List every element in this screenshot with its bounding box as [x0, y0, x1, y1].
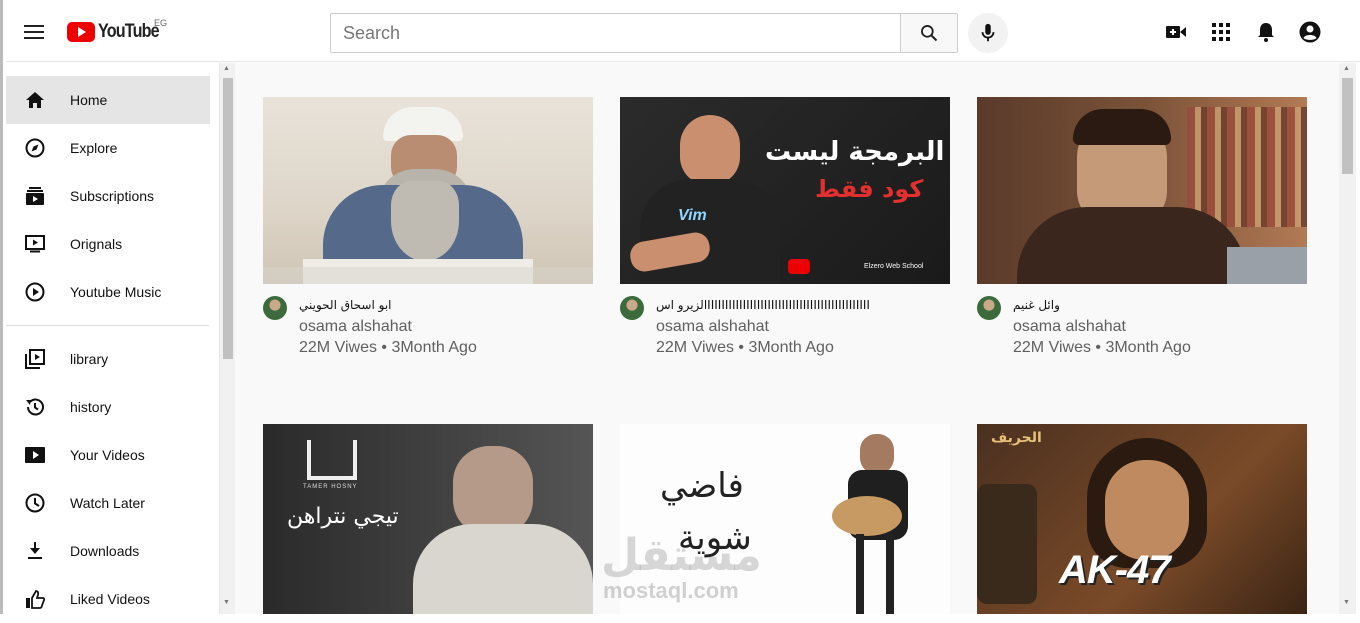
video-thumbnail[interactable] — [263, 97, 593, 284]
channel-name[interactable]: osama alshahat — [299, 318, 579, 336]
video-title[interactable]: الزيرو اسIIIIIIIIIIIIIIIIIIIIIIIIIIIIIII… — [656, 296, 936, 314]
sidebar-item-youtube-music[interactable]: Youtube Music — [6, 268, 219, 316]
sidebar-scroll-thumb[interactable] — [223, 78, 233, 359]
sidebar-item-home[interactable]: Home — [6, 76, 210, 124]
sidebar-item-label: Subscriptions — [70, 188, 155, 204]
download-icon — [23, 539, 47, 563]
search-input[interactable] — [331, 14, 900, 52]
window-edge — [1356, 63, 1360, 614]
compass-icon — [23, 136, 47, 160]
home-icon — [23, 88, 47, 112]
notifications-bell-icon[interactable] — [1254, 20, 1278, 44]
sidebar-item-originals[interactable]: Orignals — [6, 220, 219, 268]
video-card[interactable]: وائل غنيم osama alshahat 22M Viwes • 3Mo… — [977, 97, 1307, 357]
youtube-badge-icon — [788, 259, 810, 274]
channel-avatar[interactable] — [263, 296, 287, 320]
thumbnail-text: الحريف — [991, 430, 1042, 446]
scroll-up-arrow-icon[interactable]: ▲ — [223, 65, 230, 72]
thumbnail-text: فاضي — [660, 466, 744, 506]
sidebar-item-label: Downloads — [70, 543, 140, 559]
microphone-icon — [981, 23, 995, 42]
voice-search-button[interactable] — [968, 13, 1008, 53]
sidebar-item-subscriptions[interactable]: Subscriptions — [6, 172, 219, 220]
channel-name[interactable]: osama alshahat — [656, 318, 936, 336]
main-scrollbar[interactable]: ▲ ▼ — [1339, 63, 1356, 614]
channel-avatar[interactable] — [977, 296, 1001, 320]
clock-icon — [23, 491, 47, 515]
sidebar-item-label: Orignals — [70, 236, 123, 252]
music-icon — [23, 280, 47, 304]
logo-text: YouTube — [98, 21, 160, 42]
video-stats: 22M Viwes • 3Month Ago — [1013, 339, 1191, 356]
video-card[interactable]: البرمجة ليست كود فقط Vim Elzero Web Scho… — [620, 97, 950, 357]
thumbs-up-icon — [23, 587, 47, 611]
sidebar-item-label: Your Videos — [70, 447, 145, 463]
scroll-down-arrow-icon[interactable]: ▼ — [1343, 599, 1350, 606]
play-logo-icon — [67, 22, 95, 42]
account-avatar-icon[interactable] — [1298, 20, 1322, 44]
sidebar-item-your-videos[interactable]: Your Videos — [6, 431, 219, 479]
thumbnail-text: البرمجة ليست — [765, 137, 945, 167]
country-code: EG — [154, 18, 168, 28]
scroll-down-arrow-icon[interactable]: ▼ — [223, 599, 230, 606]
sidebar-scrollbar[interactable]: ▲ ▼ — [220, 63, 235, 614]
main-scroll-thumb[interactable] — [1342, 78, 1353, 174]
watermark-en: mostaql.com — [603, 578, 739, 603]
video-stats: 22M Viwes • 3Month Ago — [299, 339, 477, 356]
sidebar: Home Explore Subscriptions Orignals Yout… — [6, 63, 220, 614]
channel-avatar[interactable] — [620, 296, 644, 320]
sidebar-item-label: Youtube Music — [70, 284, 162, 300]
video-card[interactable]: ابو اسحاق الحويني osama alshahat 22M Viw… — [263, 97, 593, 357]
watermark-ar: مستقل — [601, 530, 762, 581]
library-icon — [23, 347, 47, 371]
sidebar-divider — [6, 325, 209, 326]
video-card[interactable]: الحريف AK-47 — [977, 424, 1307, 614]
sidebar-item-label: Liked Videos — [70, 591, 150, 607]
subscriptions-icon — [23, 184, 47, 208]
apps-grid-icon[interactable] — [1209, 20, 1233, 44]
search-icon — [921, 25, 938, 42]
video-thumbnail[interactable]: TAMER HOSNY تيجي نتراهن — [263, 424, 593, 614]
sidebar-item-explore[interactable]: Explore — [6, 124, 219, 172]
create-video-icon[interactable] — [1164, 20, 1188, 44]
channel-name[interactable]: osama alshahat — [1013, 318, 1293, 336]
sidebar-item-label: library — [70, 351, 109, 367]
video-thumbnail[interactable] — [977, 97, 1307, 284]
sidebar-item-liked-videos[interactable]: Liked Videos — [6, 575, 219, 623]
video-card[interactable]: TAMER HOSNY تيجي نتراهن — [263, 424, 593, 614]
search-box — [330, 13, 958, 53]
thumbnail-text: TAMER HOSNY — [303, 484, 358, 490]
history-icon — [23, 395, 47, 419]
scroll-up-arrow-icon[interactable]: ▲ — [1343, 65, 1350, 72]
thumbnail-text: Elzero Web School — [864, 263, 924, 270]
sidebar-item-watch-later[interactable]: Watch Later — [6, 479, 219, 527]
album-logo-icon — [307, 440, 357, 480]
video-thumbnail[interactable]: الحريف AK-47 — [977, 424, 1307, 614]
sidebar-item-label: history — [70, 399, 112, 415]
thumbnail-text: Vim — [678, 207, 707, 224]
your-videos-icon — [23, 443, 47, 467]
sidebar-item-history[interactable]: history — [6, 383, 219, 431]
browser-frame: YouTube EG Home — [0, 0, 1360, 614]
thumbnail-text: تيجي نتراهن — [287, 504, 399, 529]
search-button[interactable] — [900, 14, 957, 52]
video-title[interactable]: وائل غنيم — [1013, 296, 1293, 314]
video-stats: 22M Viwes • 3Month Ago — [656, 339, 834, 356]
sidebar-item-library[interactable]: library — [6, 335, 219, 383]
sidebar-item-label: Watch Later — [70, 495, 145, 511]
video-title[interactable]: ابو اسحاق الحويني — [299, 296, 579, 314]
thumbnail-text: كود فقط — [815, 175, 924, 203]
thumbnail-text: AK-47 — [1059, 548, 1171, 592]
sidebar-item-label: Explore — [70, 140, 118, 156]
originals-icon — [23, 232, 47, 256]
sidebar-item-label: Home — [70, 92, 108, 108]
video-thumbnail[interactable]: البرمجة ليست كود فقط Vim Elzero Web Scho… — [620, 97, 950, 284]
top-bar: YouTube EG — [6, 0, 1360, 62]
video-grid: ابو اسحاق الحويني osama alshahat 22M Viw… — [235, 63, 1339, 614]
sidebar-item-downloads[interactable]: Downloads — [6, 527, 219, 575]
menu-icon[interactable] — [24, 25, 44, 39]
